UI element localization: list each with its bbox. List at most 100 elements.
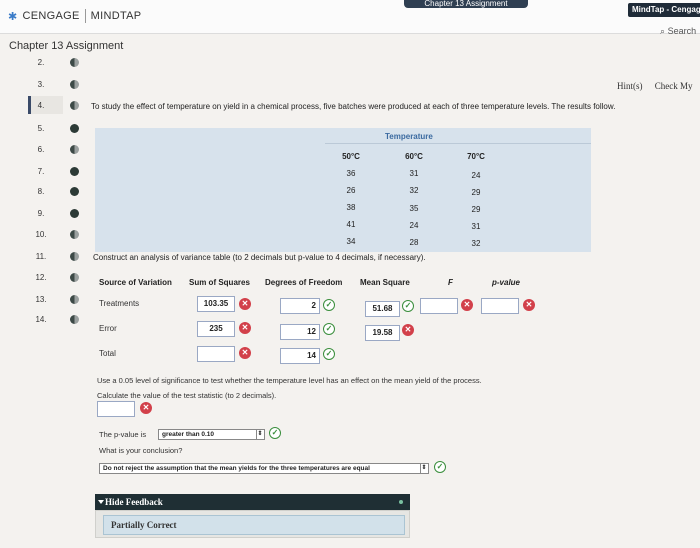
incorrect-icon: ✕ — [523, 299, 535, 311]
top-tab[interactable]: Chapter 13 Assignment — [404, 0, 528, 8]
chapter-title: Chapter 13 Assignment — [9, 40, 124, 52]
question-number[interactable]: 8. — [30, 187, 52, 196]
progress-icon — [70, 187, 79, 196]
hints-link[interactable]: Hint(s) — [617, 81, 643, 91]
table-cell: 32 — [409, 186, 419, 195]
progress-icon — [70, 252, 79, 261]
brand-mindtap: MINDTAP — [90, 10, 142, 22]
hint-links: Hint(s) Check My — [617, 81, 700, 91]
total-ss-input[interactable] — [197, 346, 235, 362]
table-cell: 29 — [471, 205, 481, 214]
chevron-down-icon: ⇕ — [420, 464, 427, 473]
table-cell: 26 — [346, 186, 356, 195]
question-number[interactable]: 3. — [30, 80, 52, 89]
error-df-input[interactable]: 12 — [280, 324, 320, 340]
progress-icon — [70, 273, 79, 282]
table-cell: 31 — [471, 222, 481, 231]
anova-header-p: p-value — [492, 278, 521, 287]
search-icon: ⌕ — [660, 26, 666, 36]
table-cell: 35 — [409, 204, 419, 213]
caret-down-icon — [98, 500, 104, 504]
question-number[interactable]: 6. — [30, 145, 52, 154]
search-label: Search — [667, 26, 697, 36]
incorrect-icon: ✕ — [239, 347, 251, 359]
correct-icon: ✓ — [323, 348, 335, 360]
brand: ✱ CENGAGE MINDTAP — [8, 9, 141, 23]
cengage-logo-icon: ✱ — [8, 10, 18, 23]
question-prompt: To study the effect of temperature on yi… — [91, 102, 616, 111]
treatments-label: Treatments — [99, 299, 140, 308]
correct-icon: ✓ — [323, 299, 335, 311]
p-value-input[interactable] — [481, 298, 519, 314]
progress-icon — [70, 80, 79, 89]
question-number[interactable]: 14. — [30, 315, 52, 324]
progress-icon — [70, 58, 79, 67]
mindtap-logo[interactable]: MindTap - Cengage — [628, 3, 700, 17]
correct-icon: ✓ — [323, 323, 335, 335]
status-dot-icon — [399, 500, 403, 504]
question-number[interactable]: 7. — [30, 167, 52, 176]
table-cell: 38 — [346, 203, 356, 212]
chevron-down-icon: ⇕ — [256, 430, 263, 439]
feedback-result: Partially Correct — [103, 515, 405, 535]
question-number[interactable]: 2. — [30, 58, 52, 67]
table-cell: 41 — [346, 220, 356, 229]
hide-feedback-toggle[interactable]: Hide Feedback — [95, 494, 410, 510]
error-label: Error — [99, 324, 117, 333]
table-cell: 31 — [409, 169, 419, 178]
pvalue-select[interactable]: greater than 0.10 ⇕ — [158, 429, 265, 440]
question-number[interactable]: 4. — [30, 101, 52, 110]
progress-icon — [70, 124, 79, 133]
table-cell: 24 — [409, 221, 419, 230]
progress-icon — [70, 295, 79, 304]
anova-header-ms: Mean Square — [360, 278, 410, 287]
correct-icon: ✓ — [402, 300, 414, 312]
incorrect-icon: ✕ — [239, 322, 251, 334]
progress-icon — [70, 101, 79, 110]
test-statistic-input[interactable] — [97, 401, 135, 417]
question-number[interactable]: 9. — [30, 209, 52, 218]
incorrect-icon: ✕ — [461, 299, 473, 311]
question-number[interactable]: 5. — [30, 124, 52, 133]
progress-icon — [70, 209, 79, 218]
table-cell: 28 — [409, 238, 419, 247]
hide-feedback-label: Hide Feedback — [105, 497, 163, 507]
anova-header-source: Source of Variation — [99, 278, 172, 287]
progress-icon — [70, 167, 79, 176]
column-header: 70°C — [467, 152, 485, 161]
treatments-df-input[interactable]: 2 — [280, 298, 320, 314]
total-label: Total — [99, 349, 116, 358]
table-cell: 36 — [346, 169, 356, 178]
correct-icon: ✓ — [434, 461, 446, 473]
conclusion-select[interactable]: Do not reject the assumption that the me… — [99, 463, 429, 474]
error-ss-input[interactable]: 235 — [197, 321, 235, 337]
question-number[interactable]: 13. — [30, 295, 52, 304]
check-my-work-link[interactable]: Check My — [655, 81, 693, 91]
table-cell: 24 — [471, 171, 481, 180]
brand-cengage: CENGAGE — [22, 10, 80, 22]
statistic-text: Calculate the value of the test statisti… — [97, 391, 277, 400]
total-df-input[interactable]: 14 — [280, 348, 320, 364]
table-cell: 32 — [471, 239, 481, 248]
conclusion-select-value: Do not reject the assumption that the me… — [103, 465, 370, 472]
conclusion-question: What is your conclusion? — [99, 446, 183, 455]
table-cell: 34 — [346, 237, 356, 246]
question-number[interactable]: 10. — [30, 230, 52, 239]
incorrect-icon: ✕ — [140, 402, 152, 414]
question-number[interactable]: 11. — [30, 252, 52, 261]
correct-icon: ✓ — [269, 427, 281, 439]
incorrect-icon: ✕ — [402, 324, 414, 336]
f-statistic-input[interactable] — [420, 298, 458, 314]
treatments-ss-input[interactable]: 103.35 — [197, 296, 235, 312]
column-header: 50°C — [342, 152, 360, 161]
top-bar: ✱ CENGAGE MINDTAP Chapter 13 Assignment … — [0, 0, 700, 37]
error-ms-input[interactable]: 19.58 — [365, 325, 400, 341]
pvalue-select-value: greater than 0.10 — [162, 431, 215, 438]
heading-divider — [325, 143, 591, 144]
question-number[interactable]: 12. — [30, 273, 52, 282]
progress-icon — [70, 230, 79, 239]
instructions: Construct an analysis of variance table … — [93, 253, 426, 262]
search-link[interactable]: ⌕ Search — [660, 26, 696, 37]
progress-icon — [70, 315, 79, 324]
treatments-ms-input[interactable]: 51.68 — [365, 301, 400, 317]
